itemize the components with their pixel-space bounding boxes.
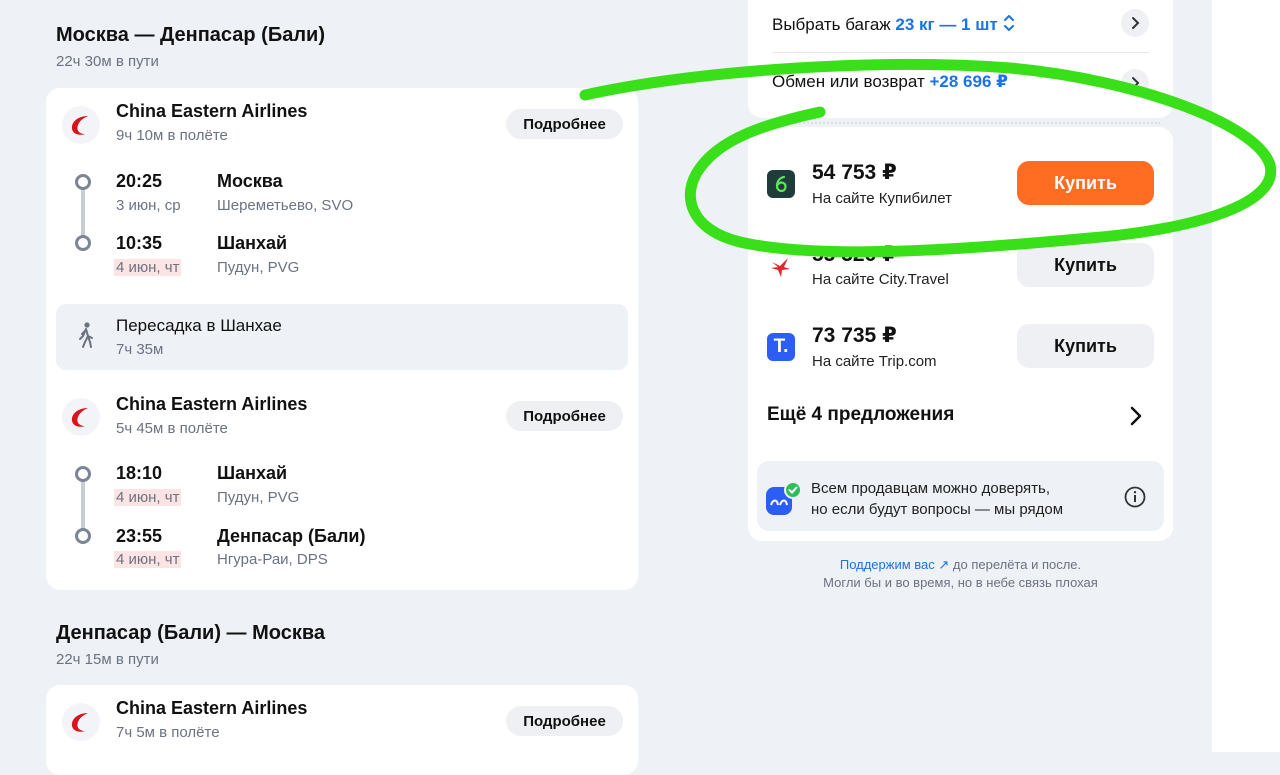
transfer-duration: 7ч 35м [116,341,164,358]
offer2-seller: На сайте City.Travel [812,271,949,288]
return-segment1-details-button[interactable]: Подробнее [506,706,623,736]
trip-com-logo-icon: T. [767,333,795,361]
segment2-dep-time: 18:10 [116,463,163,483]
return-segment1-duration: 7ч 5м в полёте [116,724,220,741]
support-line1: Поддержим вас ↗ до перелёта и после. [748,557,1173,573]
offer3-seller: На сайте Trip.com [812,353,937,370]
segment2-departure-dot [75,466,91,482]
offer1-buy-button[interactable]: Купить [1017,161,1154,205]
walking-person-icon [76,321,96,349]
external-arrow-icon: ↗ [934,557,950,572]
segment2-arrival-dot [75,528,91,544]
transfer-block [56,304,628,370]
segment1-dep-time: 20:25 [116,171,163,191]
refund-option[interactable]: Обмен или возврат +28 696 ₽ [772,72,1008,92]
refund-label: Обмен или возврат [772,72,925,91]
city-travel-logo-icon [767,252,795,280]
options-divider [772,52,1150,53]
segment2-dep-airport: Пудун, PVG [217,489,300,506]
segment2-duration: 5ч 45м в полёте [116,420,228,437]
support-text: до перелёта и после. [949,557,1082,572]
trust-line1: Всем продавцам можно доверять, [811,480,1050,497]
support-line2: Могли бы и во время, но в небе связь пло… [823,575,1098,590]
segment1-airline: China Eastern Airlines [116,101,308,121]
more-offers-link[interactable]: Ещё 4 предложения [767,404,954,426]
segment2-arr-airport: Нгура-Раи, DPS [217,551,328,568]
panel-separator [760,122,1160,124]
segment1-dep-date: 3 июн, ср [116,197,181,214]
offer3-price: 73 735 ₽ [812,324,897,347]
segment2-dep-date: 4 июн, чт [114,489,182,506]
segment1-route-line [81,188,85,242]
support-link[interactable]: Поддержим вас [840,557,935,572]
segment1-dep-airport: Шереметьево, SVO [217,197,354,214]
segment1-arr-date: 4 июн, чт [114,259,182,276]
segment1-arr-time: 10:35 [116,233,163,253]
baggage-chevron-right-icon[interactable] [1121,9,1149,37]
segment2-arr-city: Денпасар (Бали) [217,526,366,546]
segment1-dep-city: Москва [217,171,283,191]
segment1-details-button[interactable]: Подробнее [506,109,623,139]
outbound-total-duration: 22ч 30м в пути [56,53,159,70]
info-icon[interactable] [1123,485,1147,509]
offer2-buy-button[interactable]: Купить [1017,243,1154,287]
segment2-route-line [81,480,85,534]
baggage-value: 23 кг — 1 шт [895,15,998,34]
refund-value: +28 696 ₽ [929,72,1008,91]
offer1-price: 54 753 ₽ [812,161,897,184]
trust-line2: но если будут вопросы — мы рядом [811,501,1064,518]
segment1-duration: 9ч 10м в полёте [116,127,228,144]
segment2-arr-time: 23:55 [116,526,163,546]
updown-chevron-icon [1002,12,1016,39]
segment1-arr-airport: Пудун, PVG [217,259,300,276]
baggage-label: Выбрать багаж [772,15,891,34]
china-eastern-logo-icon [62,106,100,144]
right-background-strip [1212,0,1280,752]
segment2-airline: China Eastern Airlines [116,394,308,414]
chevron-right-icon[interactable] [1127,404,1145,428]
refund-chevron-right-icon[interactable] [1121,69,1149,97]
return-segment1-airline: China Eastern Airlines [116,698,308,718]
segment1-arr-city: Шанхай [217,233,288,253]
china-eastern-logo-icon [62,398,100,436]
segment2-details-button[interactable]: Подробнее [506,401,623,431]
outbound-title: Москва — Денпасар (Бали) [56,24,325,46]
segment2-arr-date: 4 июн, чт [114,551,182,568]
transfer-label: Пересадка в Шанхае [116,316,282,335]
segment1-departure-dot [75,174,91,190]
baggage-option[interactable]: Выбрать багаж 23 кг — 1 шт [772,12,1016,39]
trust-text: Всем продавцам можно доверять, но если б… [811,478,1063,520]
segment2-dep-city: Шанхай [217,463,288,483]
return-title: Денпасар (Бали) — Москва [56,622,325,644]
kupibilet-logo-icon [767,170,795,198]
offer3-buy-button[interactable]: Купить [1017,324,1154,368]
trust-shield-icon [766,481,802,517]
offer2-price: 55 326 ₽ [812,243,897,266]
china-eastern-logo-icon [62,703,100,741]
segment1-arrival-dot [75,235,91,251]
offer1-seller: На сайте Купибилет [812,190,952,207]
return-total-duration: 22ч 15м в пути [56,651,159,668]
